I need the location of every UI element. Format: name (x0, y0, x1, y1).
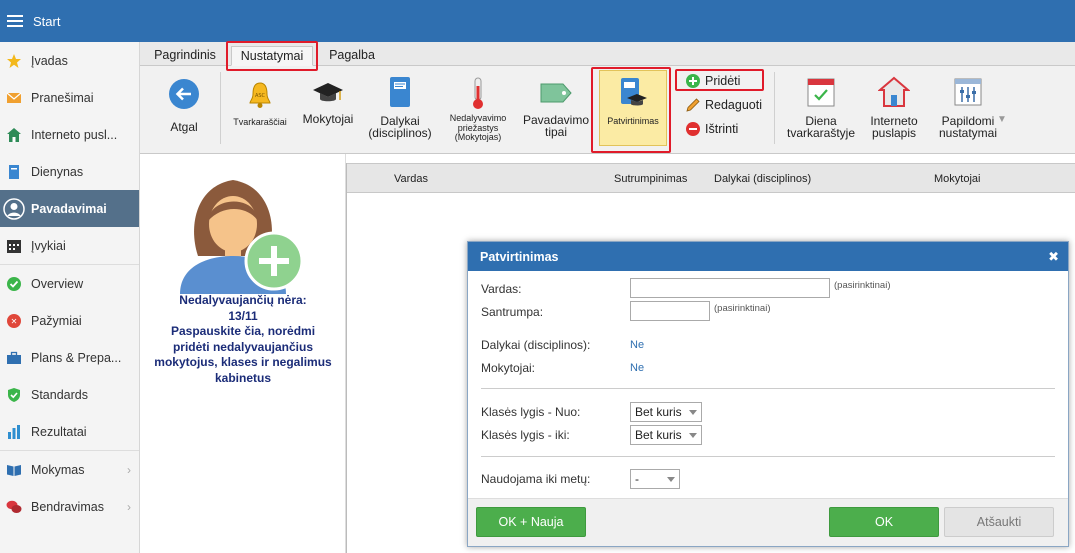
svg-text:ASC: ASC (255, 93, 266, 99)
back-button[interactable]: Atgal (162, 78, 206, 133)
chevron-down-icon[interactable]: ▼ (997, 114, 1007, 125)
sidebar-item-bendravimas[interactable]: Bendravimas › (0, 488, 139, 525)
class-level-to-select[interactable]: Bet kuris (630, 425, 702, 445)
subjects-label: Dalykai (disciplinos): (481, 338, 591, 352)
column-header-dalykai[interactable]: Dalykai (disciplinos) (714, 173, 811, 185)
pencil-icon (685, 97, 701, 113)
sidebar-item-pavadavimai[interactable]: Pavadavimai (0, 190, 139, 227)
abbreviation-optional-hint: (pasirinktinai) (714, 303, 771, 314)
column-header-mokytojai[interactable]: Mokytojai (934, 173, 980, 185)
highlight-confirmations (591, 67, 671, 153)
house-icon (877, 76, 911, 111)
bar-chart-icon (6, 424, 22, 440)
ribbon-toolbar: Pagrindinis Nustatymai Pagalba Atgal ASC… (140, 41, 1075, 154)
extra-settings-button[interactable]: Papildomi nustatymai (930, 76, 1006, 140)
house-icon (6, 127, 22, 143)
used-until-select[interactable]: - (630, 469, 680, 489)
absence-info-message[interactable]: Nedalyvaujančių nėra: 13/11 Paspauskite … (108, 293, 378, 386)
teachers-button[interactable]: Mokytojai (298, 80, 358, 125)
ok-button[interactable]: OK (829, 507, 939, 537)
sidebar-item-ivykiai[interactable]: Įvykiai (0, 227, 139, 264)
highlight-add (675, 69, 764, 91)
tab-pagalba[interactable]: Pagalba (324, 46, 380, 66)
abbreviation-input[interactable] (630, 301, 710, 321)
book-icon (6, 164, 22, 180)
dropdown-arrow-icon (689, 410, 697, 415)
briefcase-icon (6, 350, 22, 366)
chat-bubbles-icon (6, 499, 22, 515)
open-book-icon (6, 462, 22, 478)
sidebar-item-rezultatai[interactable]: Rezultatai (0, 413, 139, 450)
notebook-icon (387, 76, 413, 111)
cancel-button[interactable]: Atšaukti (944, 507, 1054, 537)
day-in-timetable-button[interactable]: Diena tvarkaraštyje (783, 76, 859, 140)
dialog-divider (481, 388, 1055, 389)
column-header-sutrumpinimas[interactable]: Sutrumpinimas (614, 173, 687, 185)
subjects-value-link[interactable]: Ne (630, 339, 644, 351)
sidebar-item-ivadas[interactable]: Įvadas (0, 42, 139, 79)
timetables-button[interactable]: ASC Tvarkaraščiai (230, 80, 290, 128)
dropdown-arrow-icon (689, 433, 697, 438)
thermometer-icon (468, 76, 488, 112)
sidebar-item-interneto-puslapis[interactable]: Interneto pusl... (0, 116, 139, 153)
bell-icon: ASC (245, 80, 275, 112)
ribbon-separator (774, 72, 775, 144)
check-circle-icon (6, 276, 22, 292)
tag-icon (539, 80, 573, 109)
website-button[interactable]: Interneto puslapis (862, 76, 926, 140)
table-header: Vardas Sutrumpinimas Dalykai (disciplino… (347, 163, 1075, 193)
teachers-label: Mokytojai: (481, 361, 536, 375)
arrow-left-icon (168, 78, 200, 113)
dropdown-arrow-icon (667, 477, 675, 482)
sidebar-item-pranesimai[interactable]: Pranešimai (0, 79, 139, 116)
ok-and-new-button[interactable]: OK + Nauja (476, 507, 586, 537)
class-level-from-label: Klasės lygis - Nuo: (481, 405, 581, 419)
envelope-icon (6, 90, 22, 106)
delete-button[interactable]: Ištrinti (685, 121, 738, 137)
chevron-right-icon: › (127, 499, 131, 514)
sliders-icon (953, 76, 983, 111)
absence-info-panel[interactable]: Nedalyvaujančių nėra: 13/11 Paspauskite … (140, 154, 346, 553)
dialog-title: Patvirtinimas (480, 249, 559, 264)
column-header-vardas[interactable]: Vardas (394, 173, 428, 185)
teachers-value-link[interactable]: Ne (630, 362, 644, 374)
name-optional-hint: (pasirinktinai) (834, 280, 891, 291)
substitution-types-button[interactable]: Pavadavimo tipai (518, 80, 594, 139)
abbreviation-label: Santrumpa: (481, 305, 544, 319)
top-bar: Start (0, 0, 1075, 42)
app-title[interactable]: Start (33, 14, 60, 29)
class-level-to-label: Klasės lygis - iki: (481, 428, 570, 442)
sidebar-item-dienynas[interactable]: Dienynas (0, 153, 139, 190)
shield-check-icon (6, 387, 22, 403)
add-person-avatar-icon[interactable] (178, 166, 306, 294)
dialog-divider (481, 456, 1055, 457)
close-icon[interactable]: ✖ (1048, 249, 1059, 265)
sidebar-item-mokymas[interactable]: Mokymas › (0, 451, 139, 488)
subjects-button[interactable]: Dalykai (disciplinos) (364, 76, 436, 140)
edit-button[interactable]: Redaguoti (685, 97, 762, 113)
dialog-footer: OK + Nauja OK Atšaukti (468, 498, 1068, 546)
name-label: Vardas: (481, 282, 522, 296)
used-until-label: Naudojama iki metų: (481, 472, 591, 486)
person-silhouette-icon (3, 197, 25, 220)
absence-reasons-button[interactable]: Nedalyvavimo priežastys (Mokytojas) (442, 76, 514, 143)
highlight-tab-nustatymai (226, 41, 318, 71)
tab-pagrindinis[interactable]: Pagrindinis (150, 46, 220, 66)
star-icon (6, 53, 22, 69)
svg-text:✕: ✕ (11, 317, 18, 326)
hamburger-menu-icon[interactable] (7, 15, 23, 27)
minus-circle-icon (685, 121, 701, 137)
ribbon-separator (220, 72, 221, 144)
calendar-icon (6, 238, 22, 254)
dialog-header[interactable]: Patvirtinimas ✖ (468, 242, 1068, 271)
chevron-right-icon: › (127, 462, 131, 477)
grade-badge-icon: ✕ (6, 313, 22, 329)
name-input[interactable] (630, 278, 830, 298)
graduation-cap-icon (312, 80, 344, 109)
class-level-from-select[interactable]: Bet kuris (630, 402, 702, 422)
confirmation-dialog: Patvirtinimas ✖ Vardas: (pasirinktinai) … (467, 241, 1069, 547)
calendar-check-icon (806, 76, 836, 111)
